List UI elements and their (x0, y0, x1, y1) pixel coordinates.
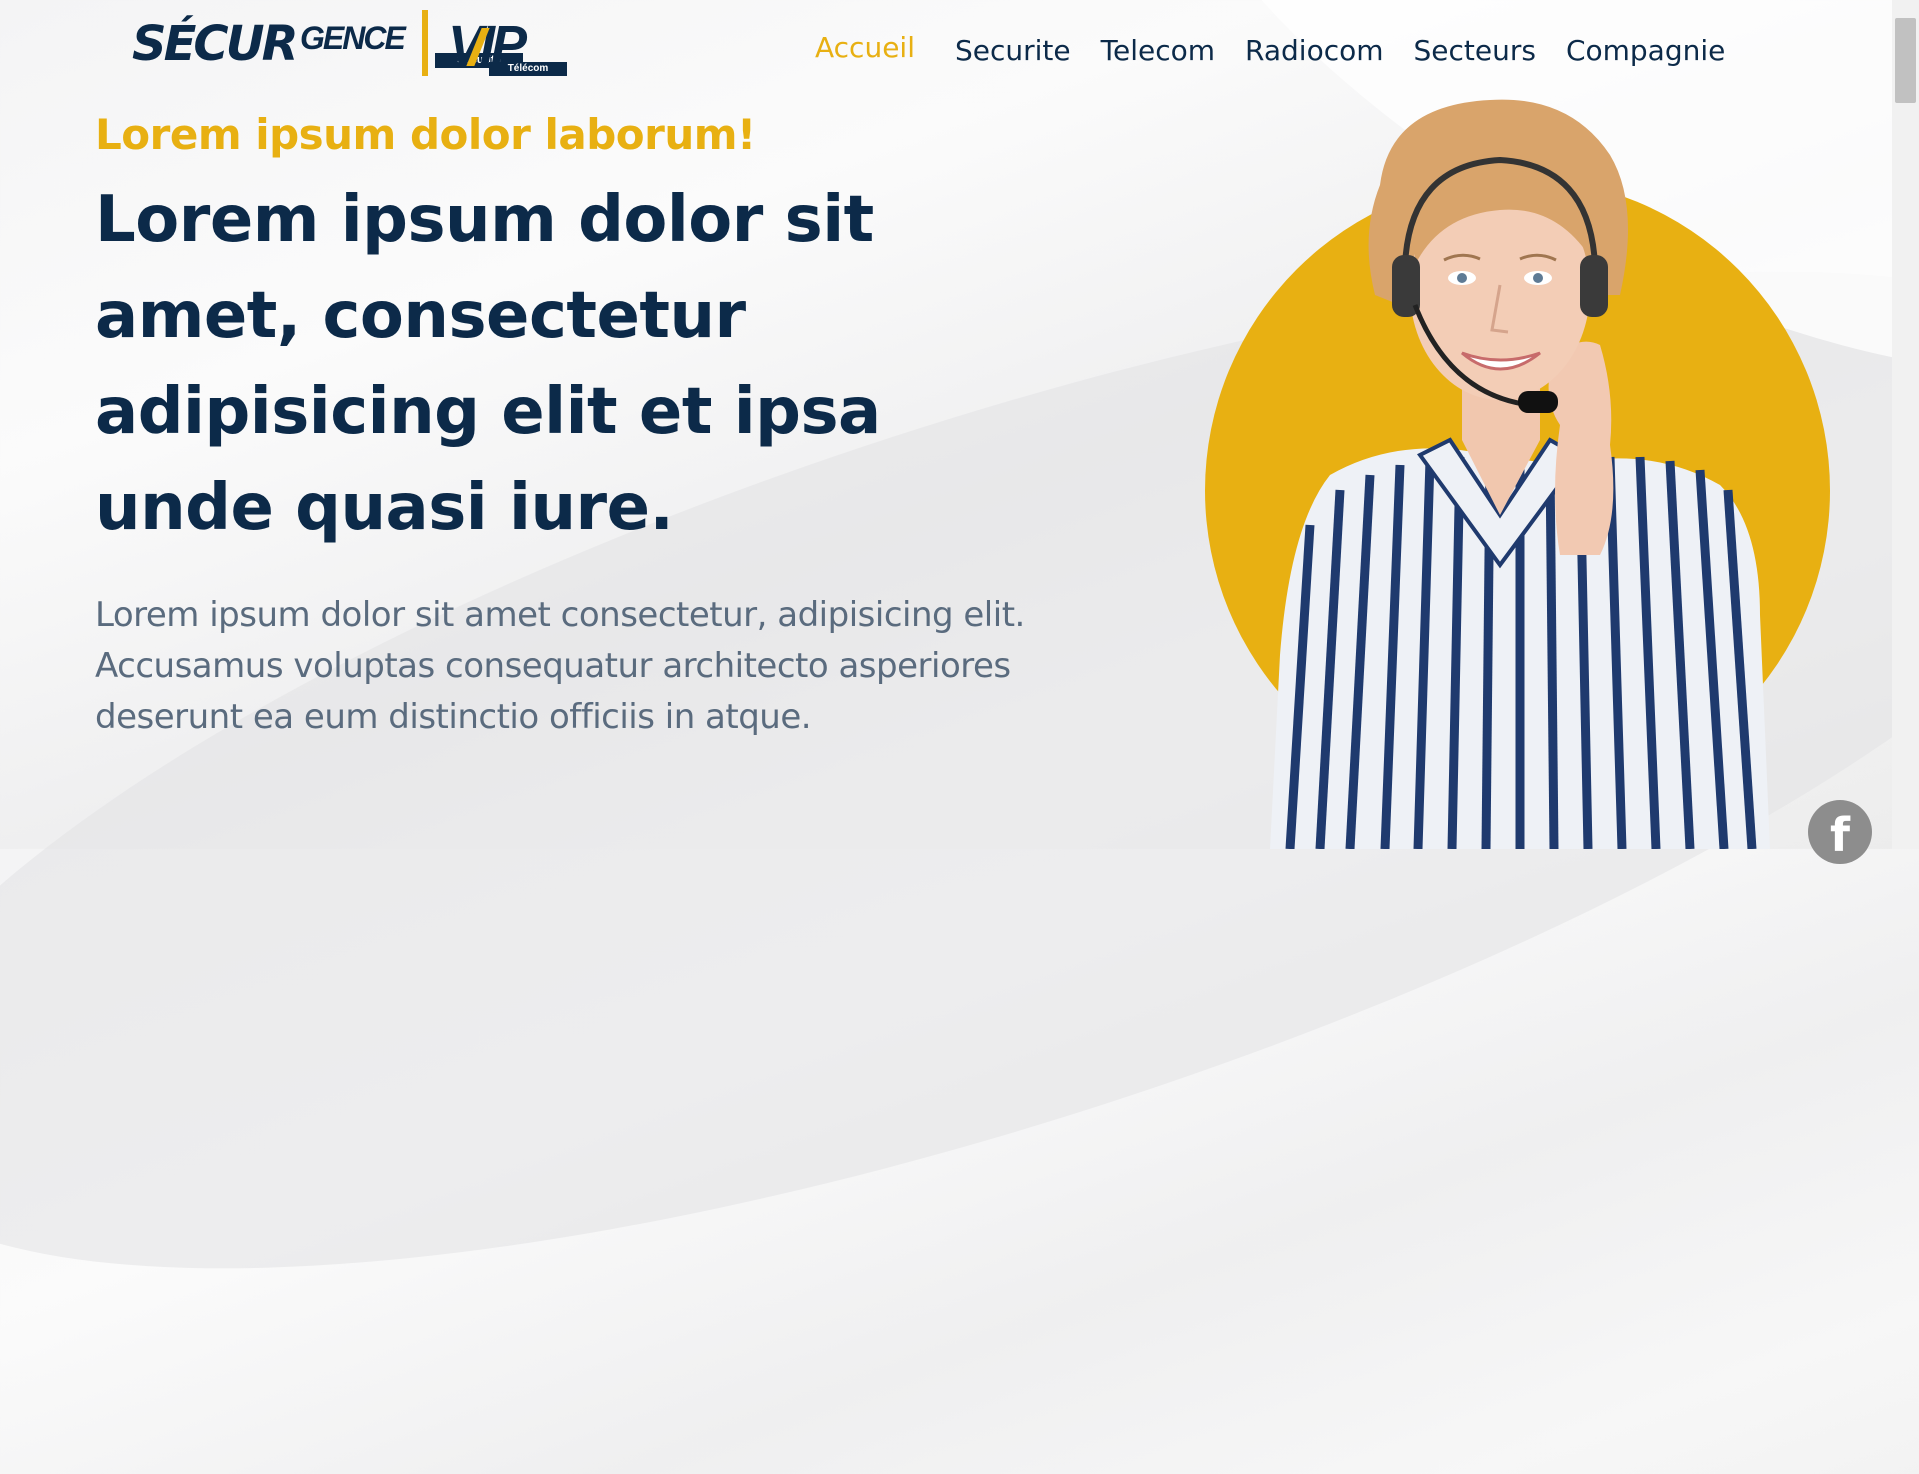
logo-divider (422, 10, 428, 76)
hero-headline: Lorem ipsum dolor sit amet, consectetur … (95, 183, 881, 545)
page: SÉCUR GENCE Sécurité VIP Télécom Accueil… (0, 0, 1892, 864)
scrollbar-thumb[interactable] (1895, 18, 1916, 103)
nav-item-radiocom[interactable]: Radiocom (1245, 33, 1383, 69)
facebook-icon[interactable]: f (1808, 800, 1872, 864)
hero-agent-image (1270, 99, 1770, 849)
logo-gence-text: GENCE (300, 20, 406, 56)
hero-kicker: Lorem ipsum dolor laborum! (95, 110, 756, 159)
nav-item-securite[interactable]: Securite (955, 33, 1071, 69)
page-scrollbar[interactable] (1892, 0, 1919, 849)
brand-logo[interactable]: SÉCUR GENCE Sécurité VIP Télécom (132, 10, 572, 76)
nav-item-compagnie[interactable]: Compagnie (1566, 33, 1725, 69)
nav-item-secteurs[interactable]: Secteurs (1414, 33, 1536, 69)
nav-item-accueil[interactable]: Accueil (815, 30, 915, 69)
logo-telecom-tag: Télécom (489, 62, 567, 76)
hero-description: Lorem ipsum dolor sit amet consectetur, … (95, 595, 1025, 737)
main-nav: Accueil Securite Telecom Radiocom Secteu… (815, 30, 1725, 69)
logo-securgence-wordmark: SÉCUR (132, 16, 299, 72)
nav-item-telecom[interactable]: Telecom (1101, 33, 1215, 69)
